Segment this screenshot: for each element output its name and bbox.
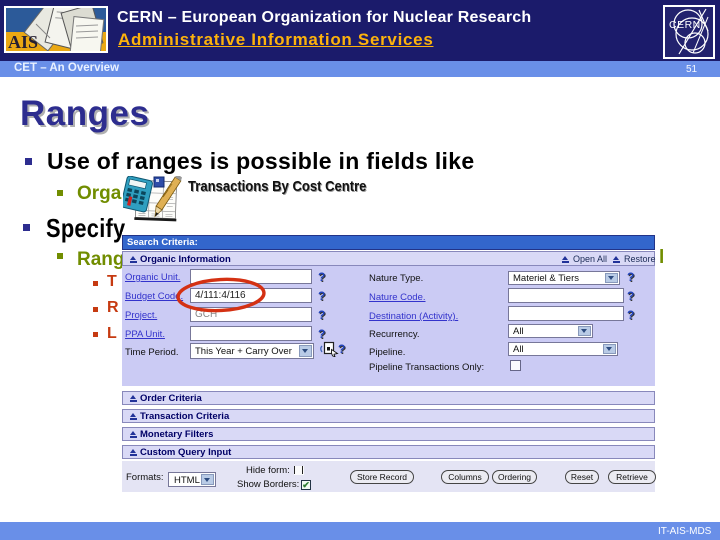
svg-text:CERN: CERN bbox=[669, 19, 701, 31]
svg-text:AIS: AIS bbox=[8, 32, 38, 51]
